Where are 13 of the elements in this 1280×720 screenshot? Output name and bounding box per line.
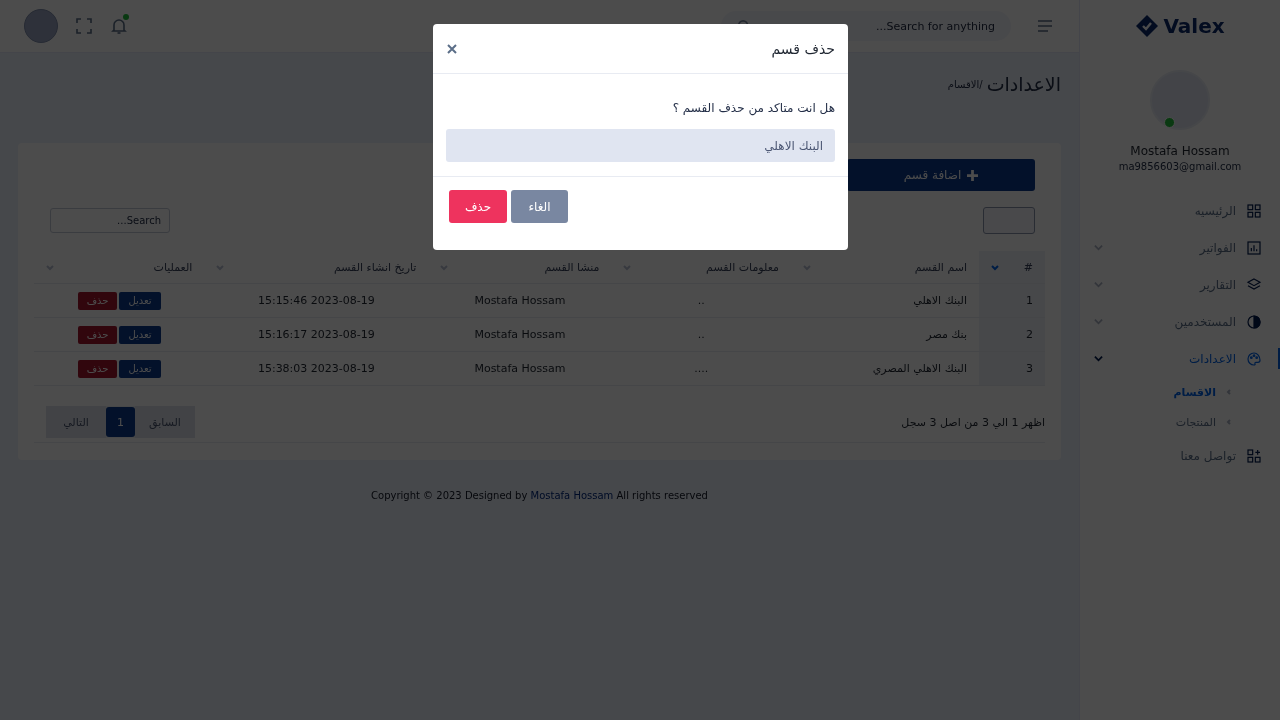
dialog-title: حذف قسم [771,40,835,57]
dialog-message: هل انت متاكد من حذف القسم ؟ [671,101,835,115]
user-email: ma9856603@gmail.com [1118,161,1242,172]
close-icon[interactable] [445,41,459,56]
user-name: Mostafa Hossam [1130,144,1230,158]
section-name-field[interactable]: البنك الاهلي [446,129,835,162]
page-title: الاعدادات [986,73,1061,95]
delete-button[interactable]: حذف [449,190,507,223]
author-link[interactable]: Mostafa Hossam [530,490,614,501]
copyright-text: Copyright © 2023 Designed by Mostafa Hossam All rights reserved [371,490,708,501]
cancel-button[interactable]: الغاء [511,190,568,223]
table-info: اظهر 1 الي 3 من اصل 3 سجل [901,415,1045,429]
logo: Valex [1163,14,1225,38]
